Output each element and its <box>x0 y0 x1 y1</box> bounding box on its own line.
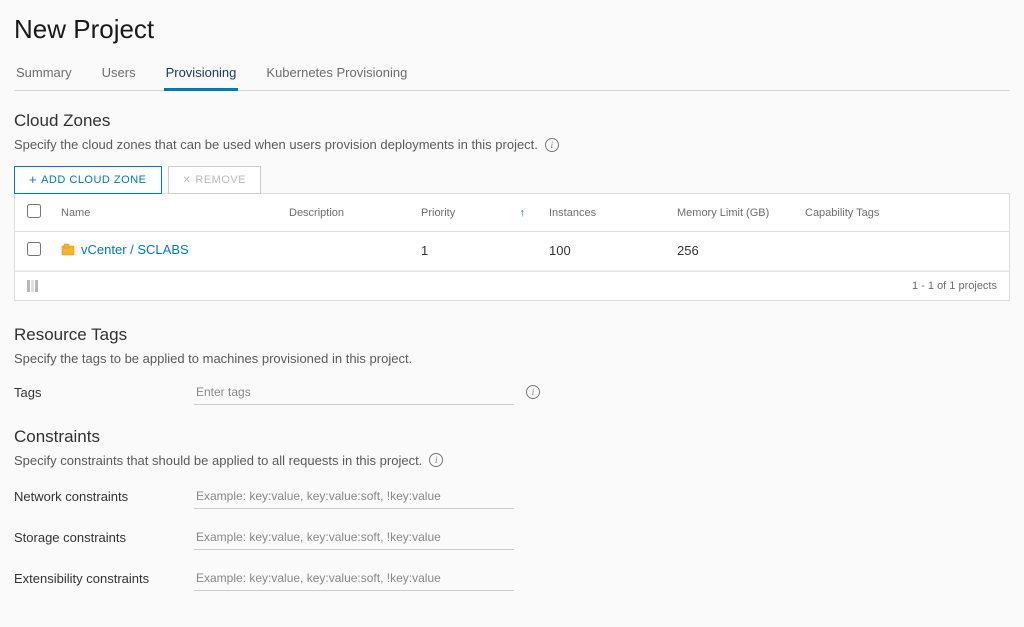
pagination-info: 1 - 1 of 1 projects <box>912 280 997 292</box>
constraints-section: Constraints Specify constraints that sho… <box>14 427 1010 591</box>
row-checkbox[interactable] <box>27 242 41 256</box>
cell-instances: 100 <box>537 233 665 268</box>
info-icon[interactable]: i <box>526 385 540 399</box>
th-priority[interactable]: Priority ↑ <box>409 197 537 229</box>
cell-priority: 1 <box>409 233 537 268</box>
vcenter-icon <box>61 243 75 257</box>
info-icon[interactable]: i <box>429 453 443 467</box>
page-title: New Project <box>14 14 1010 45</box>
table-header: Name Description Priority ↑ Instances Me… <box>15 194 1009 232</box>
tab-kubernetes[interactable]: Kubernetes Provisioning <box>264 59 409 91</box>
storage-constraints-label: Storage constraints <box>14 530 194 545</box>
tags-input[interactable] <box>194 380 514 405</box>
resource-tags-heading: Resource Tags <box>14 325 1010 345</box>
resource-tags-desc: Specify the tags to be applied to machin… <box>14 351 1010 366</box>
table-footer: 1 - 1 of 1 projects <box>15 271 1009 300</box>
sort-ascending-icon: ↑ <box>520 207 526 219</box>
cell-capability <box>793 241 1009 261</box>
th-capability[interactable]: Capability Tags <box>793 197 1009 229</box>
cloud-zones-actions: ADD CLOUD ZONE REMOVE <box>14 166 1010 194</box>
tab-summary[interactable]: Summary <box>14 59 74 91</box>
cloud-zones-table: Name Description Priority ↑ Instances Me… <box>14 193 1010 301</box>
cloud-zone-link[interactable]: vCenter / SCLABS <box>61 242 189 257</box>
add-cloud-zone-label: ADD CLOUD ZONE <box>41 174 146 186</box>
table-row[interactable]: vCenter / SCLABS 1 100 256 <box>15 232 1009 271</box>
cloud-zone-name: vCenter / SCLABS <box>81 242 189 257</box>
tags-label: Tags <box>14 385 194 400</box>
info-icon[interactable]: i <box>545 138 559 152</box>
resource-tags-section: Resource Tags Specify the tags to be app… <box>14 325 1010 405</box>
select-all-checkbox[interactable] <box>27 204 41 218</box>
tags-row: Tags i <box>14 380 1010 405</box>
cloud-zones-section: Cloud Zones Specify the cloud zones that… <box>14 111 1010 301</box>
tab-users[interactable]: Users <box>100 59 138 91</box>
storage-constraints-row: Storage constraints <box>14 525 1010 550</box>
th-instances[interactable]: Instances <box>537 197 665 229</box>
constraints-desc-text: Specify constraints that should be appli… <box>14 453 422 468</box>
extensibility-constraints-label: Extensibility constraints <box>14 571 194 586</box>
constraints-desc: Specify constraints that should be appli… <box>14 453 1010 468</box>
network-constraints-label: Network constraints <box>14 489 194 504</box>
network-constraints-row: Network constraints <box>14 484 1010 509</box>
cloud-zones-desc: Specify the cloud zones that can be used… <box>14 137 1010 152</box>
table-body: vCenter / SCLABS 1 100 256 <box>15 232 1009 271</box>
th-memory[interactable]: Memory Limit (GB) <box>665 197 793 229</box>
remove-cloud-zone-button: REMOVE <box>168 166 262 194</box>
tab-provisioning[interactable]: Provisioning <box>164 59 239 91</box>
network-constraints-input[interactable] <box>194 484 514 509</box>
storage-constraints-input[interactable] <box>194 525 514 550</box>
th-description[interactable]: Description <box>277 197 409 229</box>
cell-description <box>277 241 409 261</box>
th-priority-label: Priority <box>421 207 455 219</box>
tabs: Summary Users Provisioning Kubernetes Pr… <box>14 59 1010 91</box>
cell-memory: 256 <box>665 233 793 268</box>
extensibility-constraints-input[interactable] <box>194 566 514 591</box>
add-cloud-zone-button[interactable]: ADD CLOUD ZONE <box>14 166 162 194</box>
extensibility-constraints-row: Extensibility constraints <box>14 566 1010 591</box>
resource-tags-desc-text: Specify the tags to be applied to machin… <box>14 351 412 366</box>
column-selector-icon[interactable] <box>27 280 41 292</box>
constraints-heading: Constraints <box>14 427 1010 447</box>
cloud-zones-desc-text: Specify the cloud zones that can be used… <box>14 137 538 152</box>
cloud-zones-heading: Cloud Zones <box>14 111 1010 131</box>
th-name[interactable]: Name <box>49 197 277 229</box>
remove-cloud-zone-label: REMOVE <box>195 174 246 186</box>
